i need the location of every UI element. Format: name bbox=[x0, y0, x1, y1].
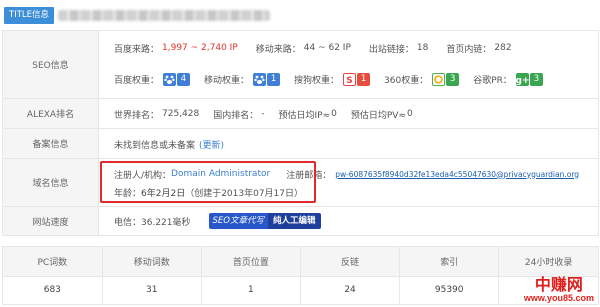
speed-row: 网站速度 电信： 36.221毫秒 SEO文章代写 纯人工编辑 bbox=[3, 207, 598, 236]
title-bar: TITLE信息 bbox=[0, 0, 600, 30]
pc-keywords-value[interactable]: 683 bbox=[3, 276, 103, 304]
stats-value-row: 683 31 1 24 95390 bbox=[3, 276, 598, 304]
speed-label: 网站速度 bbox=[3, 207, 99, 235]
world-rank-label: 世界排名： bbox=[114, 110, 160, 121]
pc-keywords-header: PC词数 bbox=[3, 247, 103, 277]
world-rank-value: 725,428 bbox=[162, 109, 200, 119]
s360-weight-label: 360权重： bbox=[384, 75, 429, 86]
alexa-row: ALEXA排名 世界排名： 725,428 国内排名： - 预估日均IP≈ 0 预估日… bbox=[3, 99, 598, 129]
mobile-paw-icon bbox=[253, 72, 267, 86]
homepage-position-header: 首页位置 bbox=[201, 247, 301, 277]
outlinks-value: 18 bbox=[416, 43, 429, 53]
baidu-weight[interactable]: 百度权重： 4 bbox=[114, 72, 191, 86]
google-pr-label: 谷歌PR： bbox=[473, 75, 512, 86]
site-info-table: SEO信息 百度来路： 1,997 ~ 2,740 IP 移动来路： 44 ~ 62… bbox=[2, 30, 599, 236]
daily-pv-label: 预估日均PV≈ bbox=[350, 110, 406, 121]
daily-pv-value: 0 bbox=[407, 109, 413, 119]
domestic-rank-label: 国内排名： bbox=[213, 110, 259, 121]
mobile-weight-label: 移动权重： bbox=[204, 75, 250, 86]
24h-indexed-header: 24小时收录 bbox=[498, 247, 598, 277]
mobile-keywords-header: 移动词数 bbox=[102, 247, 202, 277]
baidu-weight-value: 4 bbox=[177, 72, 191, 86]
blurred-site-url bbox=[58, 10, 270, 21]
backlinks-header: 反链 bbox=[300, 247, 401, 277]
icp-label: 备案信息 bbox=[3, 129, 99, 158]
svg-text:g+: g+ bbox=[516, 76, 529, 86]
index-value[interactable]: 95390 bbox=[399, 276, 500, 304]
s360-ring-icon bbox=[432, 72, 446, 86]
telecom-value: 36.221毫秒 bbox=[141, 217, 191, 228]
title-badge: TITLE信息 bbox=[4, 7, 54, 24]
domain-label: 域名信息 bbox=[3, 159, 99, 206]
sogou-s-icon: S bbox=[343, 72, 357, 86]
baidu-source-label: 百度来路： bbox=[114, 44, 160, 55]
s360-weight[interactable]: 360权重： 3 bbox=[384, 72, 460, 86]
sogou-weight-label: 搜狗权重： bbox=[294, 75, 340, 86]
stats-header-row: PC词数 移动词数 首页位置 反链 索引 24小时收录 bbox=[3, 247, 598, 277]
s360-weight-value: 3 bbox=[446, 72, 460, 86]
domestic-rank-value: - bbox=[261, 109, 265, 119]
google-pr-value: 3 bbox=[529, 72, 543, 86]
highlight-box bbox=[100, 161, 316, 203]
mobile-weight[interactable]: 移动权重： 1 bbox=[204, 72, 281, 86]
seo-row: SEO信息 百度来路： 1,997 ~ 2,740 IP 移动来路： 44 ~ 62… bbox=[3, 31, 598, 99]
icp-status: 未找到信息或未备案 bbox=[114, 140, 196, 151]
google-plus-icon: g+ bbox=[515, 72, 529, 86]
mobile-keywords-value[interactable]: 31 bbox=[102, 276, 202, 304]
sogou-weight[interactable]: 搜狗权重： S 1 bbox=[294, 72, 371, 86]
mobile-source-value: 44 ~ 62 IP bbox=[303, 43, 351, 53]
google-pr[interactable]: 谷歌PR： g+ 3 bbox=[473, 72, 543, 86]
sogou-weight-value: 1 bbox=[357, 72, 371, 86]
homepage-inlinks-label: 首页内链： bbox=[446, 44, 492, 55]
daily-ip-value: 0 bbox=[331, 109, 337, 119]
outlinks-label: 出站链接： bbox=[368, 44, 414, 55]
baidu-weight-label: 百度权重： bbox=[114, 75, 160, 86]
seo-writing-ad-badge[interactable]: SEO文章代写 纯人工编辑 bbox=[208, 213, 321, 229]
watermark-cn: 中赚网 bbox=[534, 275, 583, 294]
icp-row: 备案信息 未找到信息或未备案 (更新) bbox=[3, 129, 598, 159]
email-link[interactable]: pw-6087635f8940d32fe13eda4c55047630@priv… bbox=[335, 170, 579, 179]
seo-label: SEO信息 bbox=[3, 31, 99, 98]
baidu-source-value: 1,997 ~ 2,740 IP bbox=[162, 43, 238, 53]
watermark: 中赚网 www.you85.com bbox=[524, 276, 594, 303]
baidu-paw-icon bbox=[163, 72, 177, 86]
homepage-position-value: 1 bbox=[201, 276, 301, 304]
seo-writing-label: SEO文章代写 bbox=[208, 213, 268, 229]
icp-update-link[interactable]: (更新) bbox=[199, 138, 224, 151]
stats-table: PC词数 移动词数 首页位置 反链 索引 24小时收录 683 31 1 24 … bbox=[2, 246, 599, 305]
homepage-inlinks-value: 282 bbox=[494, 43, 512, 53]
mobile-weight-value: 1 bbox=[267, 72, 281, 86]
alexa-label: ALEXA排名 bbox=[3, 99, 99, 128]
daily-ip-label: 预估日均IP≈ bbox=[278, 110, 331, 121]
index-header: 索引 bbox=[399, 247, 500, 277]
mobile-source-label: 移动来路： bbox=[255, 44, 301, 55]
manual-edit-label: 纯人工编辑 bbox=[267, 213, 321, 229]
svg-text:S: S bbox=[346, 76, 352, 85]
backlinks-value[interactable]: 24 bbox=[300, 276, 401, 304]
telecom-label: 电信： bbox=[114, 217, 142, 228]
watermark-url: www.you85.com bbox=[523, 293, 594, 303]
